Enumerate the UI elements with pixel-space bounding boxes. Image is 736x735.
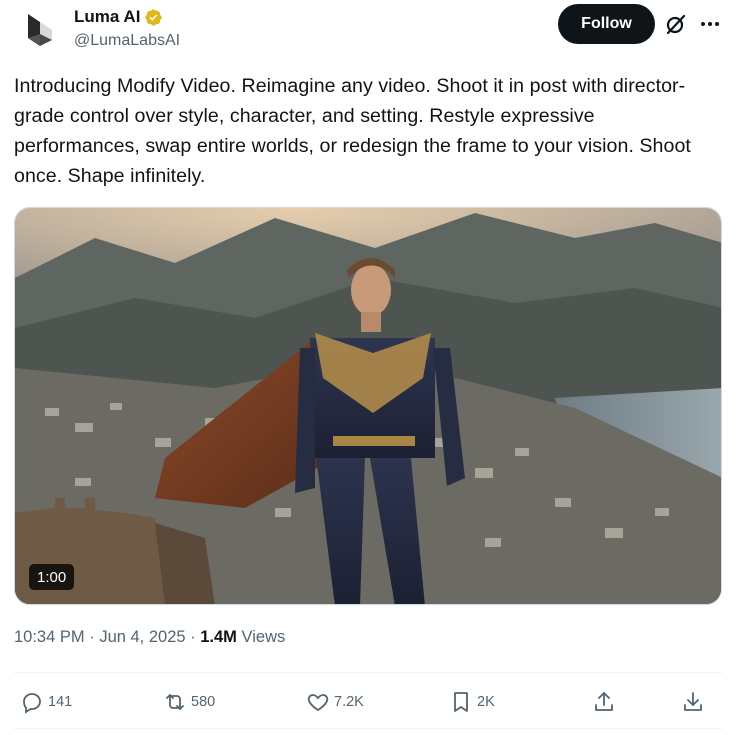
tweet-time[interactable]: 10:34 PM	[14, 628, 85, 646]
video-player[interactable]	[14, 207, 722, 605]
bookmark-icon	[454, 692, 468, 712]
share-icon	[595, 692, 613, 711]
author-name[interactable]: Luma AI	[74, 7, 140, 27]
share-button[interactable]	[592, 680, 616, 724]
author-handle[interactable]: @LumaLabsAI	[74, 32, 180, 50]
reply-icon	[23, 693, 41, 714]
bookmark-button[interactable]: 2K	[449, 680, 495, 724]
action-bar: 141 580 7.2K 2K	[0, 680, 736, 724]
reply-button[interactable]: 141	[20, 680, 72, 724]
luma-logo-avatar[interactable]	[18, 8, 62, 52]
verified-badge-icon[interactable]	[144, 8, 163, 27]
like-button[interactable]: 7.2K	[306, 680, 364, 724]
views-label: Views	[241, 628, 286, 646]
repost-count: 580	[191, 694, 216, 710]
video-duration-badge: 1:00	[29, 564, 75, 590]
tweet-date[interactable]: Jun 4, 2025	[99, 628, 185, 646]
reply-count: 141	[48, 694, 73, 710]
views-count: 1.4M	[200, 628, 237, 646]
more-options-icon[interactable]	[697, 12, 723, 36]
tweet-text: Introducing Modify Video. Reimagine any …	[14, 75, 691, 187]
divider	[14, 672, 722, 673]
bookmark-count: 2K	[477, 694, 495, 710]
tweet-meta: 10:34 PM · Jun 4, 2025 · 1.4M Views	[14, 628, 285, 647]
video-thumbnail	[15, 208, 721, 604]
follow-button[interactable]: Follow	[558, 4, 655, 44]
like-count: 7.2K	[334, 694, 364, 710]
author-name-row[interactable]: Luma AI	[74, 7, 163, 27]
meta-separator: ·	[89, 628, 95, 646]
repost-icon	[166, 694, 184, 710]
meta-separator: ·	[190, 628, 196, 646]
download-button[interactable]	[681, 680, 705, 724]
repost-button[interactable]: 580	[163, 680, 215, 724]
heart-icon	[307, 694, 329, 712]
divider	[14, 728, 722, 729]
grok-icon[interactable]	[664, 12, 688, 36]
download-icon	[684, 692, 702, 711]
